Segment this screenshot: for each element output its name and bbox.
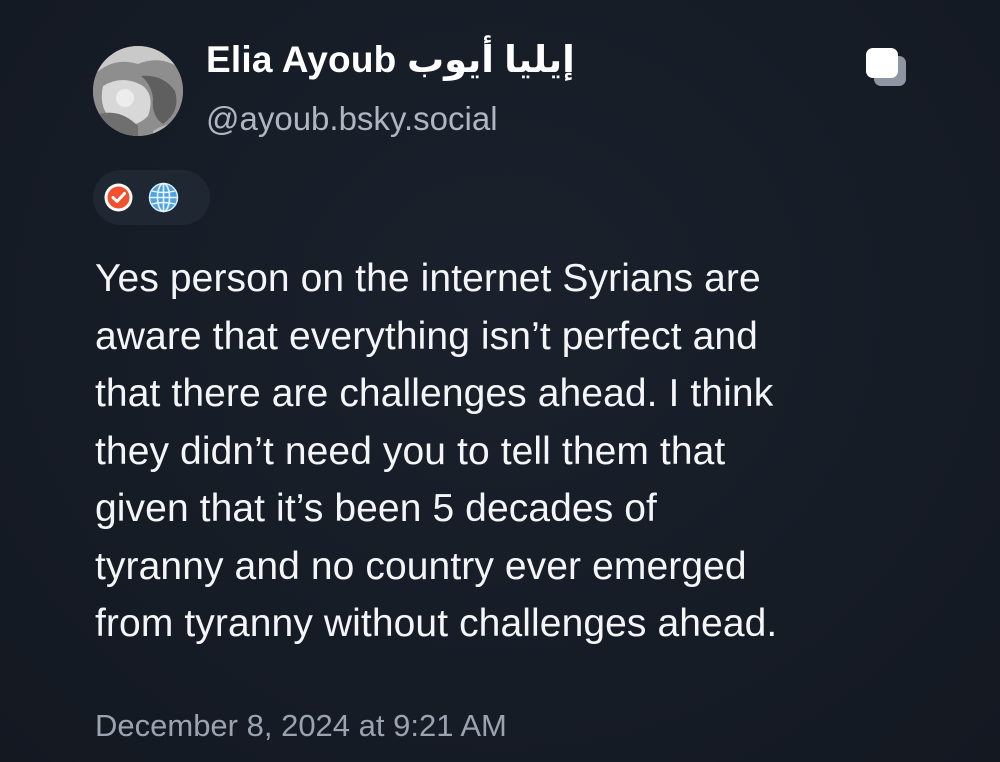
author-display-name[interactable]: Elia Ayoub إيليا أيوب (206, 38, 575, 81)
globe-icon (148, 182, 179, 213)
post-timestamp[interactable]: December 8, 2024 at 9:21 AM (95, 708, 507, 744)
author-avatar[interactable] (93, 46, 183, 136)
post-text-line: that there are challenges ahead. I think (95, 372, 774, 415)
copy-icon[interactable] (862, 46, 910, 88)
post-text-line: Yes person on the internet Syrians are (95, 257, 761, 300)
post-text-line: they didn’t need you to tell them that (95, 429, 726, 473)
author-handle[interactable]: @ayoub.bsky.social (206, 100, 498, 138)
post-body: Yes person on the internet Syrians are a… (95, 250, 915, 653)
post-text-line: given that it’s been 5 decades of (95, 487, 657, 530)
avatar-photo (93, 46, 183, 136)
post-text-line: aware that everything isn’t perfect and (95, 314, 758, 358)
post-text-line: from tyranny without challenges ahead. (95, 602, 778, 645)
badge-group[interactable] (93, 170, 210, 225)
post-text-line: tyranny and no country ever emerged (95, 544, 747, 588)
post-card: Elia Ayoub إيليا أيوب @ayoub.bsky.social (0, 0, 1000, 762)
verified-check-icon (103, 182, 134, 213)
